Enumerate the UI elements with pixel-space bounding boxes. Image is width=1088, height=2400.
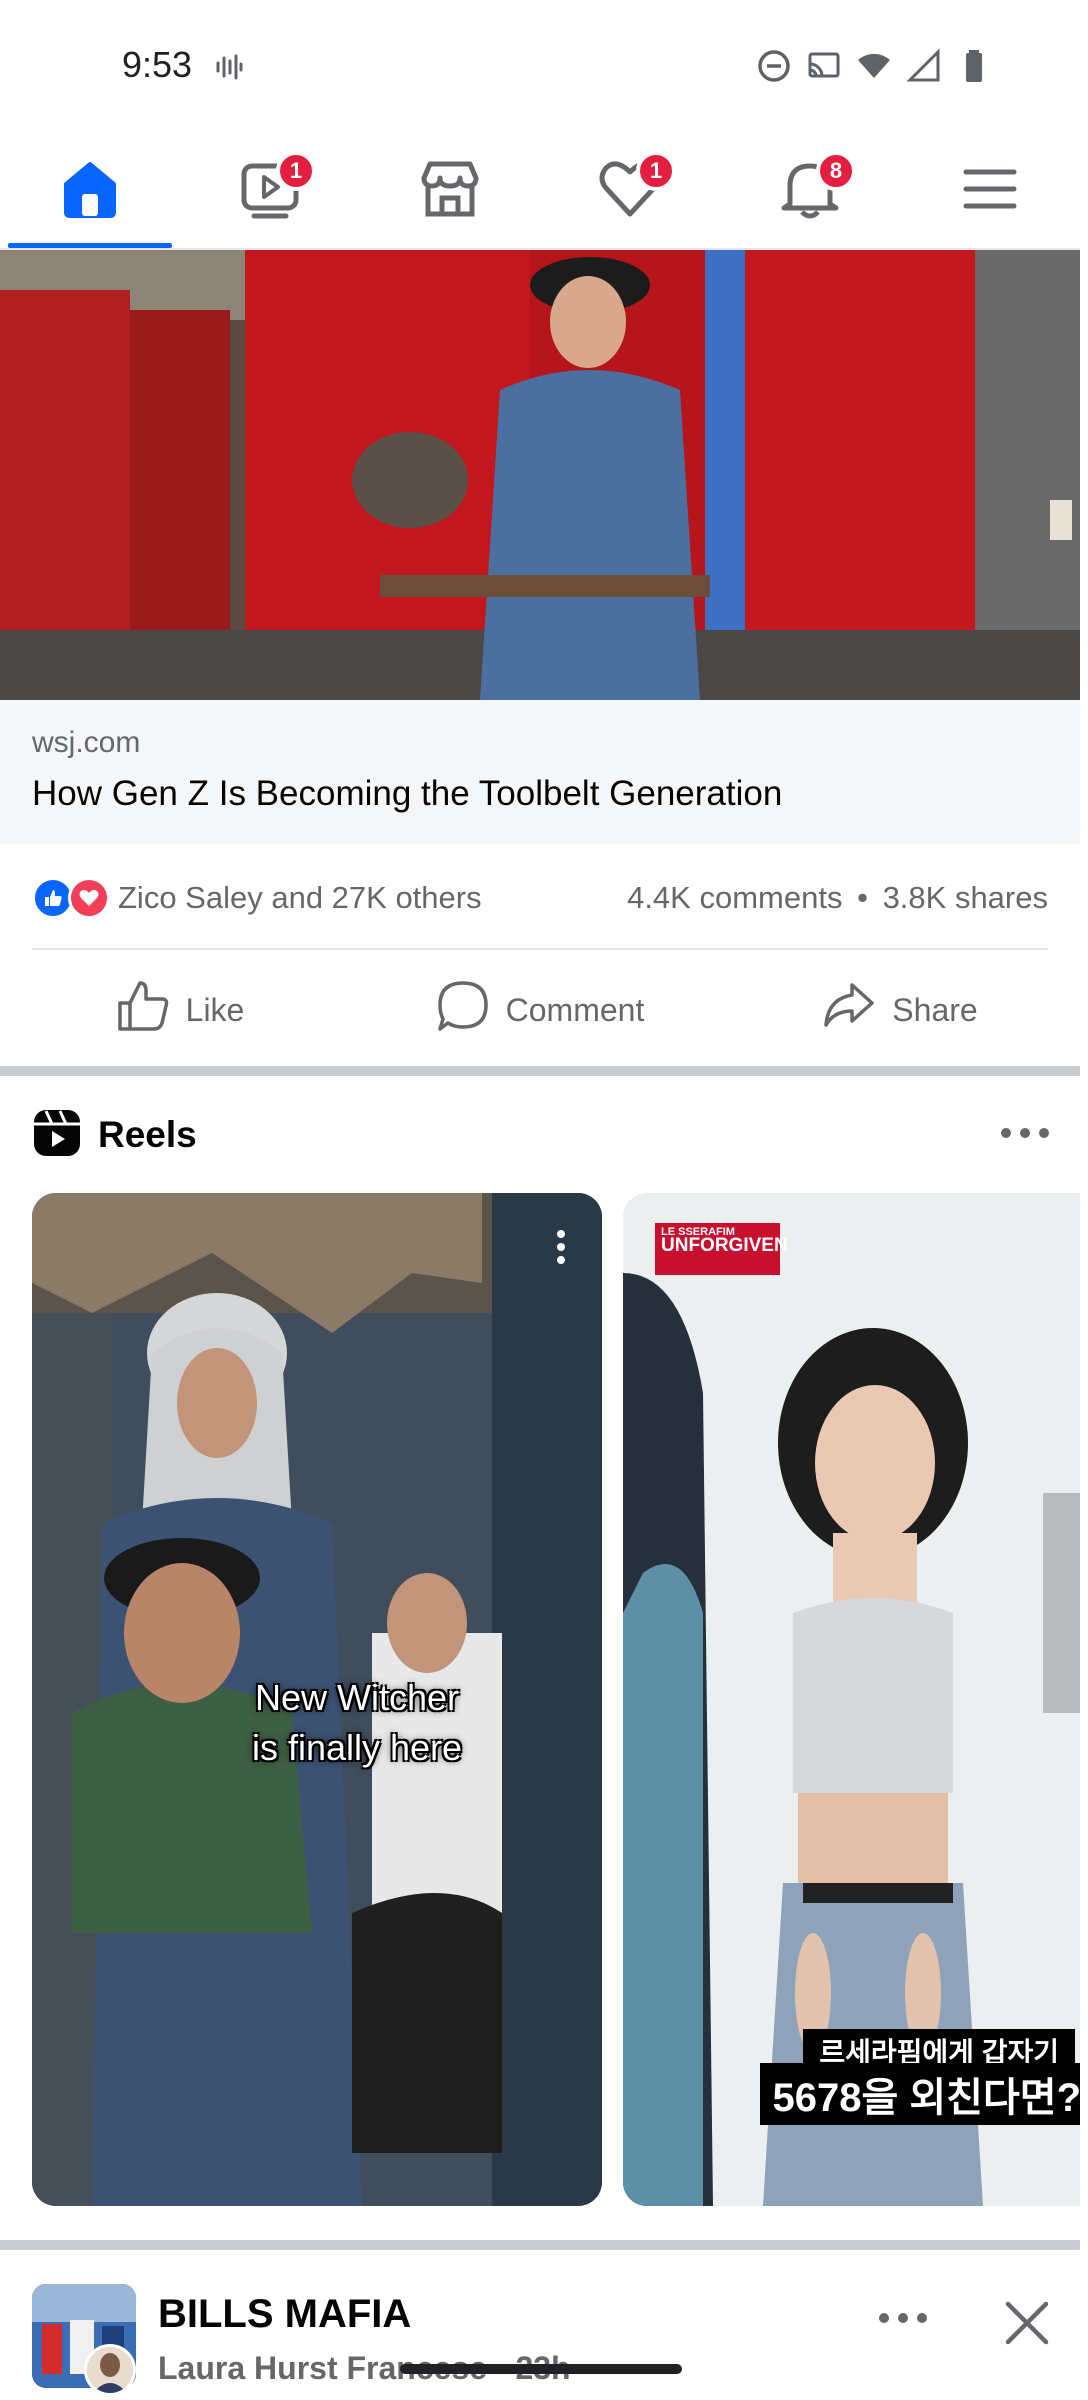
like-label: Like	[185, 991, 245, 1028]
love-reaction-icon	[68, 877, 110, 919]
reel-logo-big-text: UNFORGIVEN	[661, 1235, 788, 1256]
screen-edge	[1080, 0, 1088, 2400]
home-gesture-bar[interactable]	[400, 2364, 682, 2374]
wifi-icon	[856, 48, 892, 84]
reaction-icons	[32, 877, 110, 919]
reels-more-options-icon[interactable]	[998, 1125, 1052, 1146]
status-bar: 9:53	[0, 0, 1088, 130]
thumbs-up-icon	[116, 979, 170, 1041]
signal-icon	[906, 48, 942, 84]
comment-bubble-icon	[436, 979, 490, 1041]
dot-separator: •	[857, 880, 868, 915]
dating-badge: 1	[636, 151, 676, 191]
tab-menu[interactable]	[900, 135, 1080, 248]
reels-icon	[32, 1108, 82, 1163]
marketplace-icon	[418, 158, 482, 225]
battery-icon	[956, 48, 992, 84]
notifications-badge: 8	[816, 151, 856, 191]
post-actions: Like Comment Share	[0, 955, 1080, 1065]
reactions-summary[interactable]: Zico Saley and 27K others 4.4K comments …	[32, 870, 1048, 926]
reel-subtitle-line2: 5678을 외친다면?	[760, 2063, 1088, 2125]
feed-separator	[0, 2240, 1080, 2250]
cast-icon	[806, 48, 842, 84]
engagement-counts[interactable]: 4.4K comments • 3.8K shares	[627, 880, 1048, 916]
user-avatar[interactable]	[84, 2344, 136, 2396]
video-badge: 1	[276, 151, 316, 191]
post-link-image[interactable]	[0, 250, 1080, 700]
close-icon[interactable]	[1000, 2296, 1054, 2355]
link-preview[interactable]: wsj.com How Gen Z Is Becoming the Toolbe…	[0, 700, 1080, 844]
reel-card[interactable]: LE SSERAFIM UNFORGIVEN 르세라핌에게 갑자기 5678을 …	[623, 1193, 1088, 2206]
divider	[32, 948, 1048, 950]
shares-count[interactable]: 3.8K shares	[883, 880, 1048, 915]
comment-label: Comment	[505, 991, 645, 1028]
feed-separator	[0, 1066, 1080, 1076]
tab-dating[interactable]: 1	[540, 135, 720, 248]
link-title: How Gen Z Is Becoming the Toolbelt Gener…	[32, 774, 783, 813]
share-button[interactable]: Share	[720, 955, 1080, 1065]
status-time: 9:53	[122, 44, 193, 85]
next-post-header: BILLS MAFIA Laura Hurst Francese · 23h ·	[0, 2250, 1088, 2400]
group-name[interactable]: BILLS MAFIA	[158, 2292, 411, 2337]
do-not-disturb-icon	[756, 48, 792, 84]
post-more-options-icon[interactable]	[876, 2310, 930, 2331]
share-label: Share	[892, 991, 978, 1028]
reel-caption: New Witcher is finally here	[32, 1673, 602, 1773]
reels-title: Reels	[98, 1114, 197, 1155]
tab-notifications[interactable]: 8	[720, 135, 900, 248]
tab-video[interactable]: 1	[180, 135, 360, 248]
reel-card[interactable]: New Witcher is finally here	[32, 1193, 602, 2206]
reactions-text: Zico Saley and 27K others	[118, 880, 482, 915]
voice-wave-icon	[214, 52, 244, 82]
reel-channel-logo: LE SSERAFIM UNFORGIVEN	[655, 1223, 788, 1275]
comments-count[interactable]: 4.4K comments	[627, 880, 842, 915]
share-arrow-icon	[822, 979, 876, 1041]
reel-more-options-icon[interactable]	[556, 1229, 566, 1270]
reels-header: Reels	[32, 1105, 1052, 1165]
hamburger-menu-icon	[958, 158, 1022, 225]
tab-home[interactable]	[0, 135, 180, 248]
like-button[interactable]: Like	[0, 955, 360, 1065]
reel-caption-line2: is finally here	[251, 1727, 463, 1768]
reel-caption-line1: New Witcher	[254, 1677, 460, 1718]
link-domain: wsj.com	[32, 726, 141, 759]
tab-marketplace[interactable]	[360, 135, 540, 248]
comment-button[interactable]: Comment	[360, 955, 720, 1065]
home-icon	[58, 158, 122, 225]
top-navigation: 1 1 8	[0, 135, 1088, 250]
